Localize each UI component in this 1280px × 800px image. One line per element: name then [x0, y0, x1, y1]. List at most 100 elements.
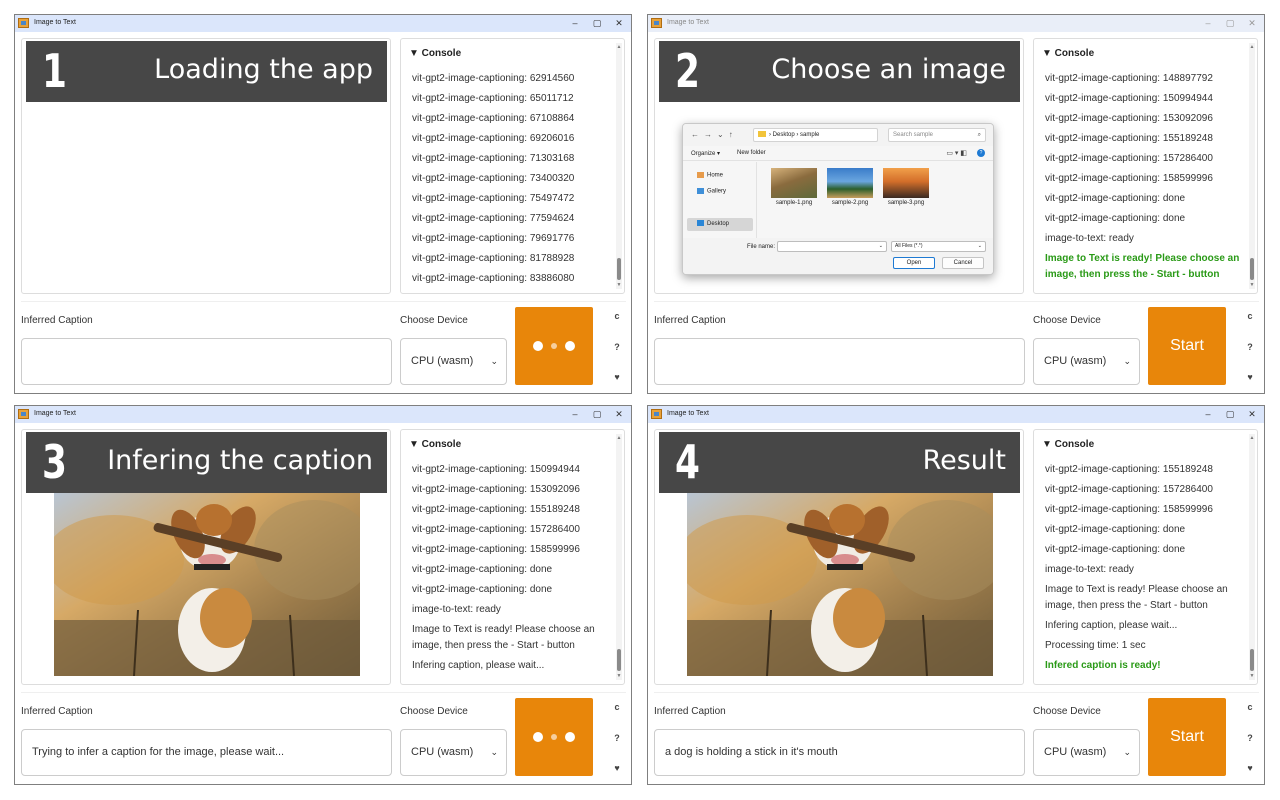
refresh-icon[interactable]: c [1244, 700, 1256, 714]
console-toggle[interactable]: ▼ Console [1042, 48, 1094, 59]
maximize-button[interactable]: ▢ [1218, 406, 1242, 423]
nav-item-gallery[interactable]: Gallery [697, 188, 726, 195]
cancel-button[interactable]: Cancel [942, 257, 984, 269]
close-button[interactable]: ✕ [607, 406, 631, 423]
help-icon[interactable]: ? [977, 149, 985, 157]
console-panel[interactable]: ▼ Console vit-gpt2-image-captioning: 148… [1033, 38, 1258, 294]
scroll-down-icon[interactable]: ▼ [1249, 673, 1255, 679]
console-line: vit-gpt2-image-captioning: 155189248 [1045, 464, 1213, 475]
window-title: Image to Text [667, 410, 709, 417]
start-button-busy[interactable] [515, 307, 593, 385]
maximize-button[interactable]: ▢ [585, 15, 609, 32]
app-window-4: Image to Text – ▢ ✕ 4 Result ▼ Console v… [647, 405, 1265, 785]
scroll-thumb[interactable] [617, 649, 621, 671]
start-button-busy[interactable] [515, 698, 593, 776]
help-icon[interactable]: ? [1244, 340, 1256, 354]
image-panel[interactable]: 2 Choose an image ←→⌄↑ › Desktop › sampl… [654, 38, 1024, 294]
window-title: Image to Text [34, 19, 76, 26]
device-select[interactable]: CPU (wasm) ⌄ [1033, 729, 1140, 776]
device-select[interactable]: CPU (wasm) ⌄ [1033, 338, 1140, 385]
title-bar[interactable]: Image to Text – ▢ ✕ [15, 15, 631, 32]
minimize-button[interactable]: – [563, 15, 587, 32]
console-line: vit-gpt2-image-captioning: 83886080 [412, 273, 575, 284]
close-button[interactable]: ✕ [1240, 406, 1264, 423]
minimize-button[interactable]: – [1196, 406, 1220, 423]
help-icon[interactable]: ? [611, 340, 623, 354]
file-item[interactable]: sample-3.png [881, 168, 931, 206]
nav-item-desktop[interactable]: Desktop [687, 218, 753, 231]
organize-button[interactable]: Organize ▾ [691, 150, 720, 157]
title-bar[interactable]: Image to Text – ▢ ✕ [648, 406, 1264, 423]
heart-icon[interactable]: ♥ [1244, 370, 1256, 384]
dog-photo [687, 490, 993, 676]
file-open-dialog[interactable]: ←→⌄↑ › Desktop › sample Search sample ⌕ O… [682, 123, 994, 275]
console-toggle[interactable]: ▼ Console [1042, 439, 1094, 450]
heart-icon[interactable]: ♥ [1244, 761, 1256, 775]
title-bar[interactable]: Image to Text – ▢ ✕ [15, 406, 631, 423]
help-icon[interactable]: ? [611, 731, 623, 745]
maximize-button[interactable]: ▢ [585, 406, 609, 423]
minimize-button[interactable]: – [1196, 15, 1220, 32]
refresh-icon[interactable]: c [611, 309, 623, 323]
console-scrollbar[interactable]: ▲ ▼ [1249, 434, 1255, 680]
maximize-button[interactable]: ▢ [1218, 15, 1242, 32]
console-line: vit-gpt2-image-captioning: 71303168 [412, 153, 575, 164]
image-panel[interactable]: 4 Result [654, 429, 1024, 685]
nav-item-home[interactable]: Home [697, 172, 723, 179]
scroll-thumb[interactable] [617, 258, 621, 280]
file-item[interactable]: sample-2.png [825, 168, 875, 206]
scroll-up-icon[interactable]: ▲ [1249, 435, 1255, 441]
dialog-search-input[interactable]: Search sample ⌕ [888, 128, 986, 142]
scroll-down-icon[interactable]: ▼ [616, 673, 622, 679]
step-title: Choose an image [771, 54, 1006, 85]
caption-label: Inferred Caption [21, 706, 93, 717]
app-window-3: Image to Text – ▢ ✕ 3 Infering the capti… [14, 405, 632, 785]
nav-arrows-icon[interactable]: ←→⌄↑ [691, 130, 738, 139]
scroll-up-icon[interactable]: ▲ [616, 435, 622, 441]
caption-field[interactable] [21, 338, 392, 385]
scroll-down-icon[interactable]: ▼ [616, 282, 622, 288]
console-line: vit-gpt2-image-captioning: 155189248 [412, 504, 580, 515]
console-panel[interactable]: ▼ Console vit-gpt2-image-captioning: 150… [400, 429, 625, 685]
console-scrollbar[interactable]: ▲ ▼ [616, 43, 622, 289]
scroll-thumb[interactable] [1250, 258, 1254, 280]
heart-icon[interactable]: ♥ [611, 370, 623, 384]
address-bar[interactable]: › Desktop › sample [753, 128, 878, 142]
scroll-up-icon[interactable]: ▲ [1249, 44, 1255, 50]
console-scrollbar[interactable]: ▲ ▼ [616, 434, 622, 680]
divider [21, 301, 626, 302]
refresh-icon[interactable]: c [1244, 309, 1256, 323]
console-line: vit-gpt2-image-captioning: done [412, 584, 553, 595]
console-panel[interactable]: ▼ Console vit-gpt2-image-captioning: 155… [1033, 429, 1258, 685]
help-icon[interactable]: ? [1244, 731, 1256, 745]
file-name-input[interactable]: ⌄ [777, 241, 887, 252]
image-panel[interactable]: 3 Infering the caption [21, 429, 391, 685]
title-bar[interactable]: Image to Text – ▢ ✕ [648, 15, 1264, 32]
console-toggle[interactable]: ▼ Console [409, 439, 461, 450]
view-options-icon[interactable]: ▭ ▾ ◧ [946, 149, 967, 157]
console-scrollbar[interactable]: ▲ ▼ [1249, 43, 1255, 289]
refresh-icon[interactable]: c [611, 700, 623, 714]
close-button[interactable]: ✕ [1240, 15, 1264, 32]
scroll-thumb[interactable] [1250, 649, 1254, 671]
file-item[interactable]: sample-1.png [769, 168, 819, 206]
caption-field[interactable] [654, 338, 1025, 385]
open-button[interactable]: Open [893, 257, 935, 269]
minimize-button[interactable]: – [563, 406, 587, 423]
step-banner: 3 Infering the caption [26, 432, 387, 493]
console-panel[interactable]: ▼ Console vit-gpt2-image-captioning: 629… [400, 38, 625, 294]
caption-field[interactable]: a dog is holding a stick in it's mouth [654, 729, 1025, 776]
start-button[interactable]: Start [1148, 307, 1226, 385]
console-toggle[interactable]: ▼ Console [409, 48, 461, 59]
caption-field[interactable]: Trying to infer a caption for the image,… [21, 729, 392, 776]
scroll-down-icon[interactable]: ▼ [1249, 282, 1255, 288]
file-type-select[interactable]: All Files (*.*) ⌄ [891, 241, 986, 252]
device-select[interactable]: CPU (wasm) ⌄ [400, 729, 507, 776]
new-folder-button[interactable]: New folder [737, 150, 766, 156]
device-select[interactable]: CPU (wasm) ⌄ [400, 338, 507, 385]
close-button[interactable]: ✕ [607, 15, 631, 32]
image-panel[interactable]: 1 Loading the app [21, 38, 391, 294]
scroll-up-icon[interactable]: ▲ [616, 44, 622, 50]
heart-icon[interactable]: ♥ [611, 761, 623, 775]
start-button[interactable]: Start [1148, 698, 1226, 776]
